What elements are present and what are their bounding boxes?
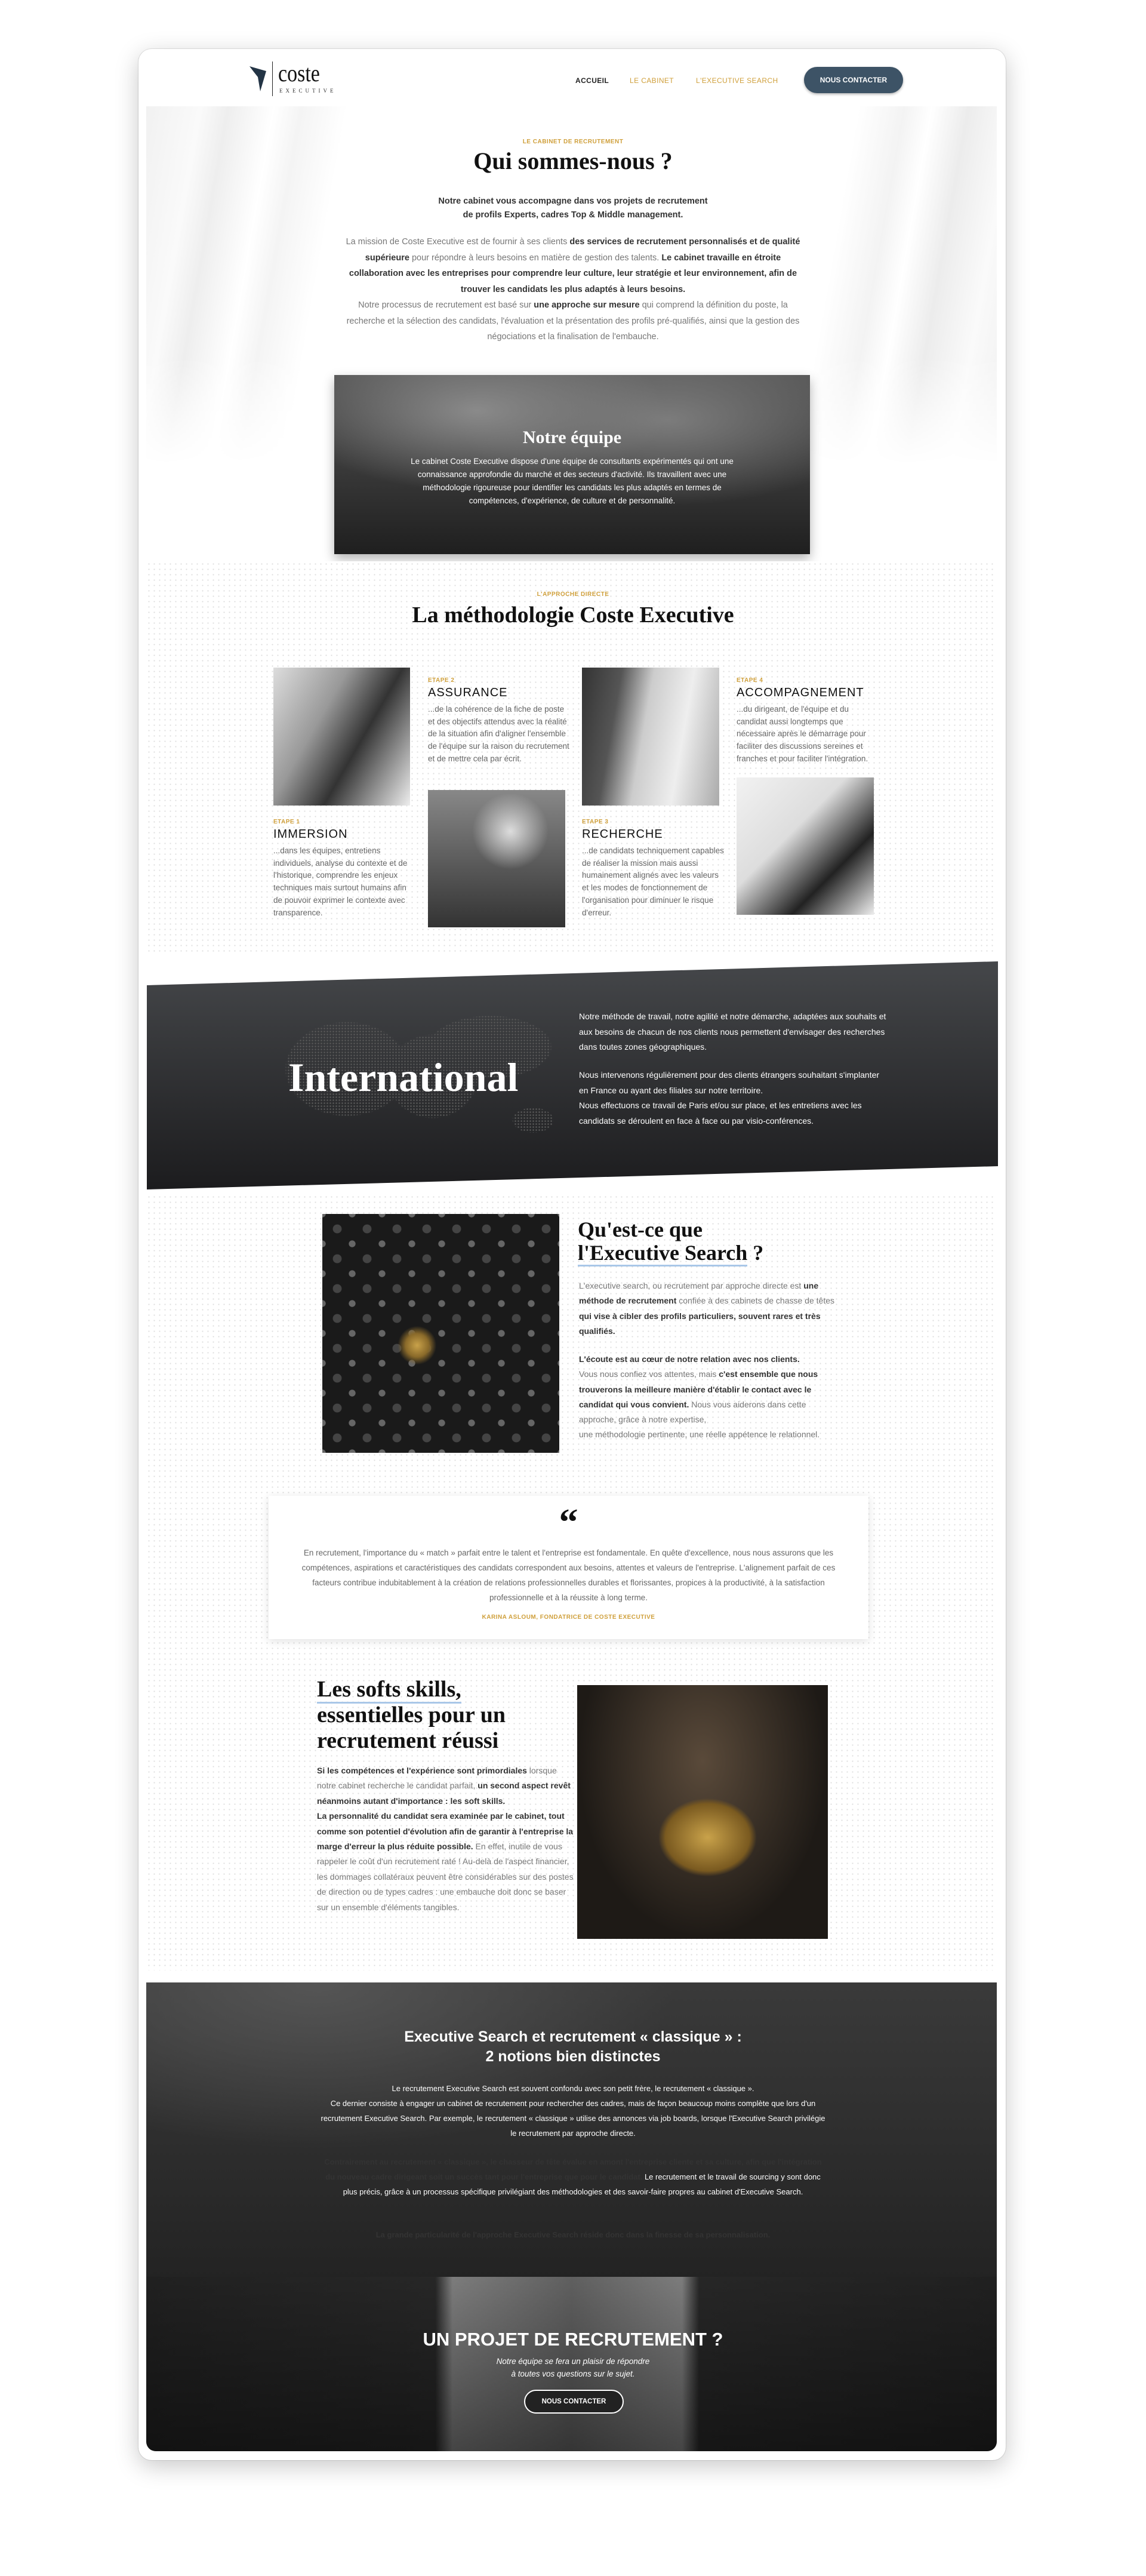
team-title: Notre équipe [522, 428, 622, 447]
text: L'executive search, ou recrutement par a… [579, 1281, 804, 1290]
step-2-image [428, 790, 565, 927]
compare-title: Executive Search et recrutement « classi… [404, 2028, 742, 2065]
quote-author: KARINA ASLOUM, FONDATRICE DE COSTE EXECU… [482, 1614, 655, 1621]
text: Vous nous confiez vos attentes, mais [579, 1369, 717, 1379]
bold-text: une approche sur mesure [534, 300, 640, 310]
logo[interactable]: coste EXECUTIVE [249, 60, 363, 99]
method-title: La méthodologie Coste Executive [412, 602, 734, 628]
exec-title: Qu'est-ce que l'Executive Search ? [578, 1218, 764, 1267]
step-title: ASSURANCE [428, 686, 508, 699]
text: confiée à des cabinets de chasse de tête… [676, 1296, 834, 1306]
step-title: IMMERSION [273, 828, 348, 841]
step-1-image [273, 668, 410, 806]
step-title: RECHERCHE [582, 828, 663, 841]
cta-contact-button[interactable]: NOUS CONTACTER [524, 2390, 624, 2414]
quote-text: En recrutement, l'importance du « match … [301, 1548, 836, 1602]
step-title: ACCOMPAGNEMENT [737, 686, 864, 699]
chess-pawns-image [322, 1214, 559, 1453]
bird-logo-icon [249, 66, 266, 91]
international-band: International Notre méthode de travail, … [147, 961, 998, 1189]
compare-p2: Contrairement au recrutement « classique… [319, 2154, 827, 2199]
soft-title-underlined: Les softs skills, [317, 1677, 461, 1704]
exec-title-line1: Qu'est-ce que [578, 1218, 703, 1241]
cta-subtitle: Notre équipe se fera un plaisir de répon… [496, 2357, 650, 2378]
about-title: Qui sommes-nous ? [473, 147, 673, 174]
text: pour répondre à leurs besoins en matière… [409, 253, 662, 263]
soft-title: Les softs skills, essentielles pour un r… [317, 1677, 568, 1754]
text: La mission de Coste Executive est de fou… [346, 237, 570, 247]
quote-mark-icon: “ [559, 1501, 578, 1543]
international-p2: Nous intervenons régulièrement pour des … [579, 1070, 880, 1126]
step-4-image [737, 777, 874, 915]
step-3: ETAPE 3 RECHERCHE ...de candidats techni… [582, 819, 725, 919]
step-label: ETAPE 1 [273, 819, 300, 825]
exec-title-end: ? [747, 1241, 764, 1265]
nav-accueil[interactable]: ACCUEIL [575, 76, 609, 85]
cta-title: UN PROJET DE RECRUTEMENT ? [423, 2329, 723, 2350]
soft-title-rest: essentielles pour un recrutement réussi [317, 1702, 506, 1753]
nav-le-cabinet[interactable]: LE CABINET [630, 76, 674, 85]
international-title: International [288, 1055, 519, 1100]
text: En effet, inutile de vous rappeler le co… [317, 1842, 574, 1912]
quote-card: “ En recrutement, l'importance du « matc… [269, 1496, 868, 1639]
gold-chess-image [577, 1685, 828, 1939]
step-body: ...de la cohérence de la fiche de poste … [428, 705, 569, 763]
compare-p3: La grande particularité de l'approche Ex… [319, 2227, 827, 2242]
step-label: ETAPE 3 [582, 819, 609, 825]
soft-body: Si les compétences et l'expérience sont … [317, 1763, 574, 1915]
step-1: ETAPE 1 IMMERSION ...dans les équipes, e… [273, 819, 417, 919]
nav-executive-search[interactable]: L'EXECUTIVE SEARCH [696, 76, 778, 85]
bold-text: L'écoute est au cœur de notre relation a… [579, 1354, 800, 1364]
step-body: ...de candidats techniquement capables d… [582, 846, 724, 917]
step-label: ETAPE 2 [428, 677, 455, 684]
step-body: ...dans les équipes, entretiens individu… [273, 846, 408, 917]
bold-text: La grande particularité de l'approche Ex… [375, 2230, 771, 2239]
step-3-image [582, 668, 719, 806]
logo-word: coste [278, 60, 320, 87]
bold-text: qui vise à cibler des profils particulie… [579, 1311, 821, 1336]
team-banner: Notre équipe Le cabinet Coste Executive … [334, 375, 810, 554]
about-eyebrow: LE CABINET DE RECRUTEMENT [522, 139, 624, 145]
exec-title-underlined: l'Executive Search [578, 1241, 748, 1267]
bold-text: Si les compétences et l'expérience sont … [317, 1766, 527, 1775]
method-eyebrow: L'APPROCHE DIRECTE [537, 591, 609, 598]
step-body: ...du dirigeant, de l'équipe et du candi… [737, 705, 868, 763]
about-body: La mission de Coste Executive est de fou… [341, 234, 805, 345]
compare-p1: Le recrutement Executive Search est souv… [319, 2081, 827, 2141]
step-4: ETAPE 4 ACCOMPAGNEMENT ...du dirigeant, … [737, 677, 880, 766]
team-body: Le cabinet Coste Executive dispose d'une… [411, 457, 734, 505]
step-label: ETAPE 4 [737, 677, 763, 684]
exec-p1: L'executive search, ou recrutement par a… [579, 1278, 842, 1339]
contact-button[interactable]: NOUS CONTACTER [804, 67, 903, 93]
text: Le recrutement Executive Search est souv… [321, 2084, 825, 2138]
about-intro: Notre cabinet vous accompagne dans vos p… [438, 196, 708, 220]
text: Notre processus de recrutement est basé … [358, 300, 532, 310]
exec-p2: L'écoute est au cœur de notre relation a… [579, 1352, 842, 1443]
logo-sub: EXECUTIVE [279, 88, 337, 94]
international-p1: Notre méthode de travail, notre agilité … [579, 1012, 886, 1052]
step-2: ETAPE 2 ASSURANCE ...de la cohérence de … [428, 677, 571, 766]
